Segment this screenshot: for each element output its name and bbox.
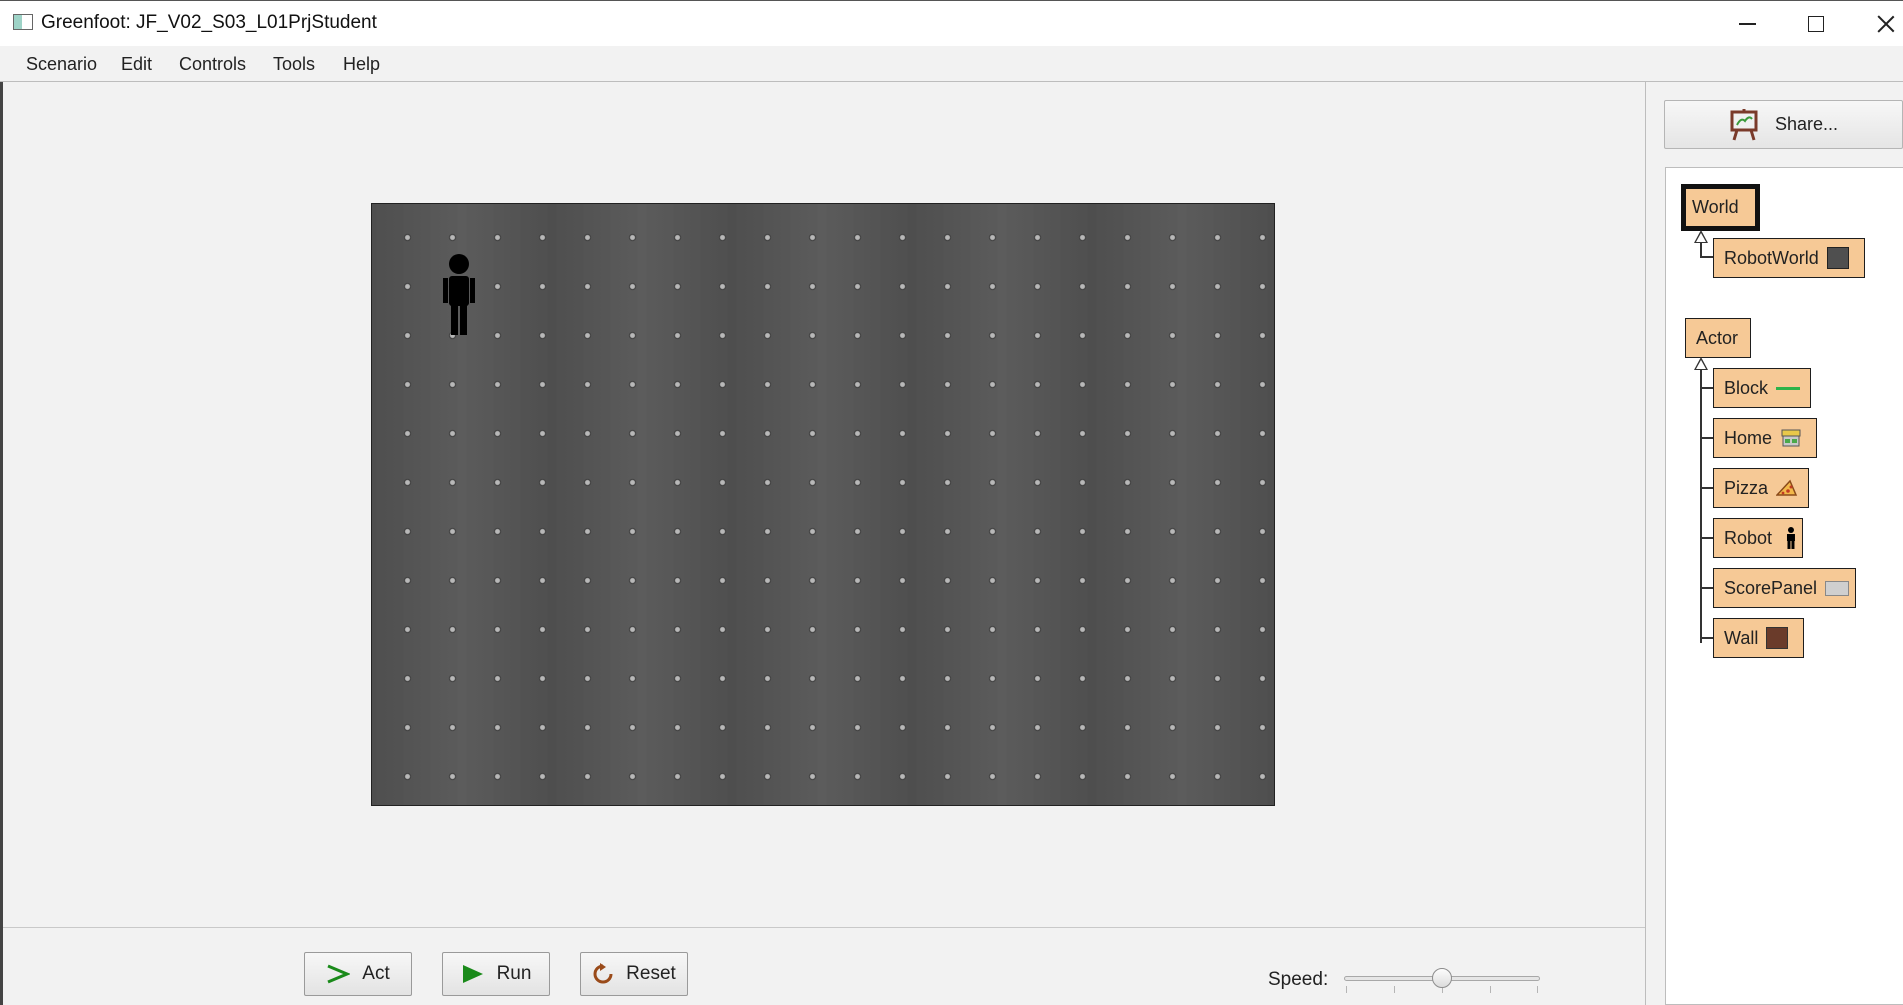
reset-label: Reset [626, 963, 676, 984]
run-button[interactable]: Run [442, 952, 550, 996]
class-label: Pizza [1724, 477, 1769, 498]
block-icon [1776, 386, 1801, 390]
slider-tick [1490, 986, 1491, 993]
menu-tools[interactable]: Tools [273, 54, 315, 75]
minimize-button[interactable] [1717, 1, 1777, 47]
class-actor[interactable]: Actor [1685, 318, 1751, 358]
minimize-icon [1738, 23, 1756, 25]
run-icon [462, 965, 483, 983]
robot-actor[interactable] [440, 253, 478, 335]
run-label: Run [496, 963, 532, 984]
tree-line [1700, 256, 1714, 258]
maximize-button[interactable] [1786, 1, 1846, 47]
class-label: Block [1724, 377, 1769, 398]
tree-line [1700, 587, 1714, 589]
robot-icon [1787, 527, 1796, 549]
tree-line [1700, 537, 1714, 539]
slider-tick [1537, 986, 1538, 993]
class-wall[interactable]: Wall [1713, 618, 1804, 658]
speed-label: Speed: [1268, 969, 1329, 990]
maximize-icon [1808, 16, 1824, 32]
class-label: Actor [1696, 327, 1739, 348]
close-icon [1877, 15, 1895, 33]
class-pizza[interactable]: Pizza [1713, 468, 1809, 508]
share-label: Share... [1774, 114, 1839, 134]
window-edge [0, 82, 3, 1005]
tree-line [1700, 242, 1702, 257]
class-label: RobotWorld [1724, 247, 1819, 268]
tree-line [1700, 437, 1714, 439]
class-robot[interactable]: Robot [1713, 518, 1803, 558]
world-canvas[interactable] [371, 203, 1275, 806]
close-button[interactable] [1856, 1, 1903, 47]
slider-tick [1346, 986, 1347, 993]
menu-scenario[interactable]: Scenario [26, 54, 97, 75]
tree-line [1700, 637, 1714, 639]
easel-icon [1730, 108, 1758, 140]
pizza-icon [1776, 479, 1798, 496]
tree-line [1700, 369, 1702, 643]
class-label: Home [1724, 427, 1773, 448]
menu-controls[interactable]: Controls [179, 54, 246, 75]
title-bar: Greenfoot: JF_V02_S03_L01PrjStudent [0, 0, 1903, 46]
class-label: Robot [1724, 527, 1773, 548]
class-home[interactable]: Home [1713, 418, 1817, 458]
class-robotworld[interactable]: RobotWorld [1713, 238, 1865, 278]
brick-wall-icon [1766, 627, 1789, 649]
class-label: Wall [1724, 627, 1759, 648]
act-button[interactable]: Act [304, 952, 412, 996]
score-panel-icon [1825, 580, 1850, 596]
tree-line [1700, 487, 1714, 489]
panel-separator [1645, 82, 1646, 1005]
tree-line [1700, 387, 1714, 389]
metal-world-icon [1826, 247, 1849, 269]
class-label: ScorePanel [1724, 577, 1818, 598]
class-world[interactable]: World [1681, 184, 1760, 231]
menu-bar: Scenario Edit Controls Tools Help [0, 46, 1903, 82]
share-button[interactable]: Share... [1664, 100, 1903, 149]
act-label: Act [362, 963, 390, 984]
class-scorepanel[interactable]: ScorePanel [1713, 568, 1856, 608]
controls-separator [3, 927, 1645, 928]
reset-button[interactable]: Reset [580, 952, 688, 996]
window-title: Greenfoot: JF_V02_S03_L01PrjStudent [41, 12, 377, 33]
class-block[interactable]: Block [1713, 368, 1811, 408]
house-icon [1781, 429, 1801, 447]
greenfoot-app-icon [13, 14, 33, 30]
slider-tick [1394, 986, 1395, 993]
reset-icon [593, 963, 613, 984]
class-label: World [1692, 197, 1739, 217]
speed-slider-thumb[interactable] [1432, 968, 1452, 988]
menu-help[interactable]: Help [343, 54, 380, 75]
act-icon [327, 964, 351, 984]
menu-edit[interactable]: Edit [121, 54, 152, 75]
